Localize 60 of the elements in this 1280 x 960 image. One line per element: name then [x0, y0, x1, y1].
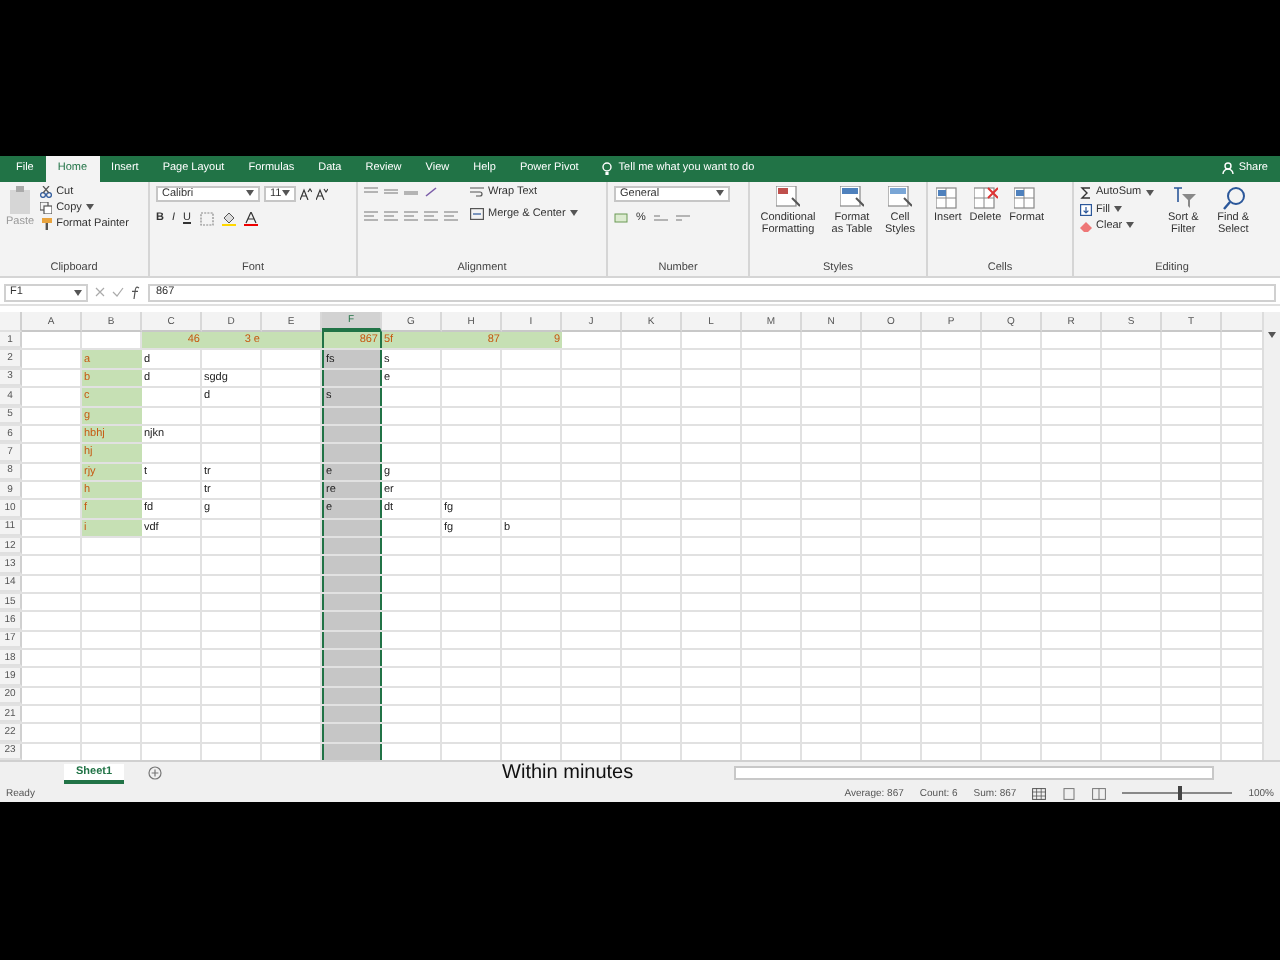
- caret-icon: [716, 190, 724, 197]
- fill-down-icon[interactable]: [1080, 203, 1092, 216]
- table-cell[interactable]: [322, 537, 382, 555]
- table-cell[interactable]: [322, 444, 382, 462]
- font-color-icon[interactable]: [243, 211, 257, 226]
- table-cell[interactable]: [322, 519, 382, 536]
- horizontal-scrollbar[interactable]: [733, 766, 1214, 781]
- table-cell[interactable]: [322, 369, 382, 387]
- cancel-icon[interactable]: [94, 286, 106, 299]
- copy-icon[interactable]: [40, 201, 53, 214]
- clipboard-icon[interactable]: [8, 185, 33, 214]
- table-cell[interactable]: [262, 332, 322, 349]
- fill-color-icon[interactable]: [221, 211, 235, 226]
- table-cell[interactable]: [322, 593, 382, 611]
- table-cell[interactable]: [322, 407, 382, 424]
- scissors-icon[interactable]: [40, 185, 53, 198]
- sort-filter-icon[interactable]: [1171, 185, 1196, 210]
- shrink-font-icon[interactable]: [316, 187, 328, 200]
- person-icon[interactable]: [1222, 162, 1235, 175]
- caret-icon: [282, 190, 290, 197]
- table-style-icon[interactable]: [840, 185, 864, 210]
- orientation-icon[interactable]: [424, 185, 440, 198]
- table-cell[interactable]: [322, 425, 382, 443]
- table-cell[interactable]: [322, 575, 382, 592]
- table-cell[interactable]: [322, 743, 382, 761]
- caret-icon: [1145, 189, 1154, 196]
- table-cell[interactable]: [322, 612, 382, 630]
- brush-icon[interactable]: [40, 217, 53, 230]
- cell-style-icon[interactable]: [888, 185, 912, 210]
- caret-icon: [74, 289, 82, 296]
- sigma-icon[interactable]: [1080, 185, 1092, 200]
- function-icon[interactable]: [130, 285, 142, 300]
- search-icon[interactable]: [1221, 185, 1246, 210]
- grow-font-icon[interactable]: [300, 187, 312, 200]
- conditional-format-icon[interactable]: [776, 185, 800, 210]
- format-cells-icon[interactable]: [1014, 185, 1039, 210]
- zoom-thumb[interactable]: [1177, 786, 1182, 801]
- insert-cells-icon[interactable]: [935, 185, 960, 210]
- table-cell[interactable]: [322, 724, 382, 742]
- caret-icon: [85, 204, 94, 211]
- vertical-scrollbar[interactable]: [1262, 312, 1280, 761]
- normal-view-icon[interactable]: [1032, 787, 1047, 800]
- merge-icon[interactable]: [470, 207, 484, 220]
- table-cell[interactable]: [322, 556, 382, 574]
- caption: Within minutes: [502, 762, 634, 785]
- caret-icon: [246, 190, 254, 197]
- table-cell[interactable]: [322, 631, 382, 648]
- add-sheet-icon[interactable]: [148, 766, 163, 781]
- table-cell[interactable]: [322, 668, 382, 686]
- enter-icon[interactable]: [112, 286, 124, 299]
- table-cell[interactable]: [322, 687, 382, 704]
- wrap-text-icon[interactable]: [470, 185, 484, 198]
- page-break-icon[interactable]: [1092, 787, 1107, 800]
- lightbulb-icon[interactable]: [602, 161, 613, 176]
- table-cell[interactable]: [322, 649, 382, 667]
- table-cell[interactable]: [322, 706, 382, 723]
- caret-icon: [1268, 332, 1276, 339]
- caret-icon: [569, 210, 578, 217]
- delete-cells-icon[interactable]: [973, 185, 998, 210]
- page-layout-icon[interactable]: [1062, 787, 1077, 800]
